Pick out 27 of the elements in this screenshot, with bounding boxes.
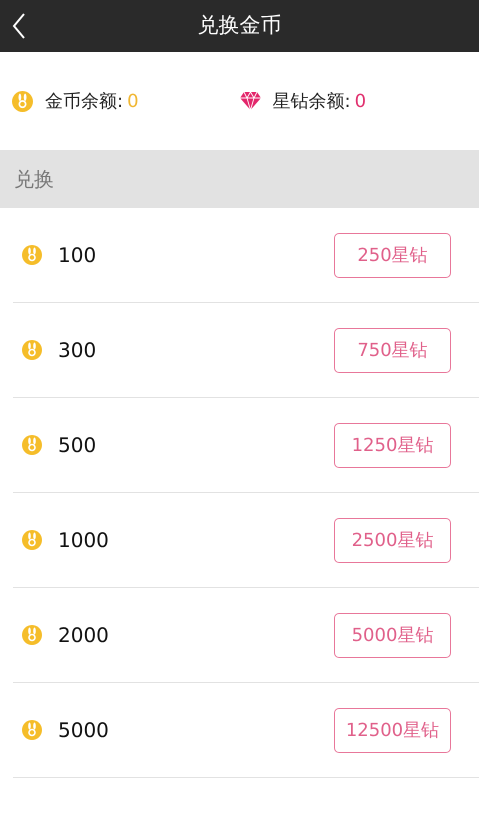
- coin-icon: [22, 340, 42, 360]
- price-button[interactable]: 250星钻: [334, 232, 451, 278]
- page-title: 兑换金币: [198, 12, 282, 40]
- price-button[interactable]: 750星钻: [334, 328, 451, 372]
- price-button[interactable]: 12500星钻: [334, 708, 451, 752]
- coin-amount: 500: [58, 432, 96, 459]
- coin-amount: 100: [58, 242, 96, 269]
- coin-amount: 5000: [58, 717, 109, 744]
- diamond-icon: [240, 92, 260, 110]
- coin-icon: [22, 720, 42, 740]
- coin-icon: [22, 625, 42, 645]
- coin-amount: 2000: [58, 622, 109, 649]
- coin-icon: [22, 435, 42, 455]
- price-button[interactable]: 2500星钻: [334, 518, 451, 562]
- balance-value: 0: [127, 90, 139, 114]
- coin-icon: [12, 90, 33, 112]
- price-button[interactable]: 5000星钻: [334, 612, 451, 658]
- price-button[interactable]: 1250星钻: [334, 422, 451, 468]
- back-icon: [12, 13, 26, 39]
- coin-icon: [22, 530, 42, 550]
- section-title: 兑换: [14, 166, 54, 193]
- coin-amount: 1000: [58, 527, 109, 554]
- coin-icon: [22, 245, 42, 265]
- balance-label: 星钻余额:: [272, 90, 351, 114]
- balance-value: 0: [354, 90, 366, 114]
- balance-label: 金币余额:: [45, 90, 124, 114]
- coin-amount: 300: [58, 337, 96, 364]
